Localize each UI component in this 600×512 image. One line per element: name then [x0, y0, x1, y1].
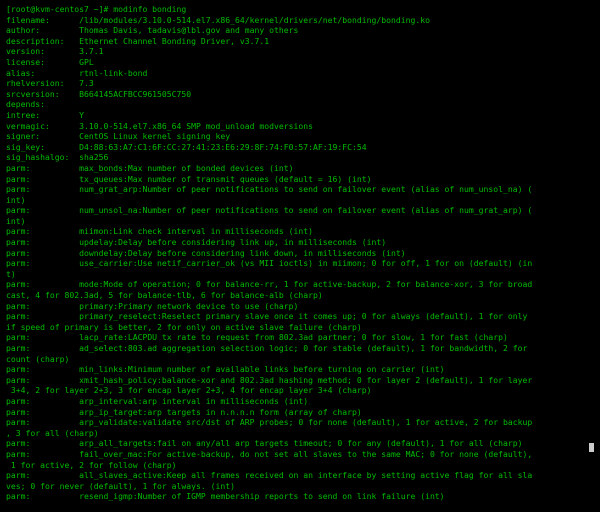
cursor: [589, 443, 594, 452]
terminal-output[interactable]: [root@kvm-centos7 ~]# modinfo bonding fi…: [0, 0, 600, 506]
